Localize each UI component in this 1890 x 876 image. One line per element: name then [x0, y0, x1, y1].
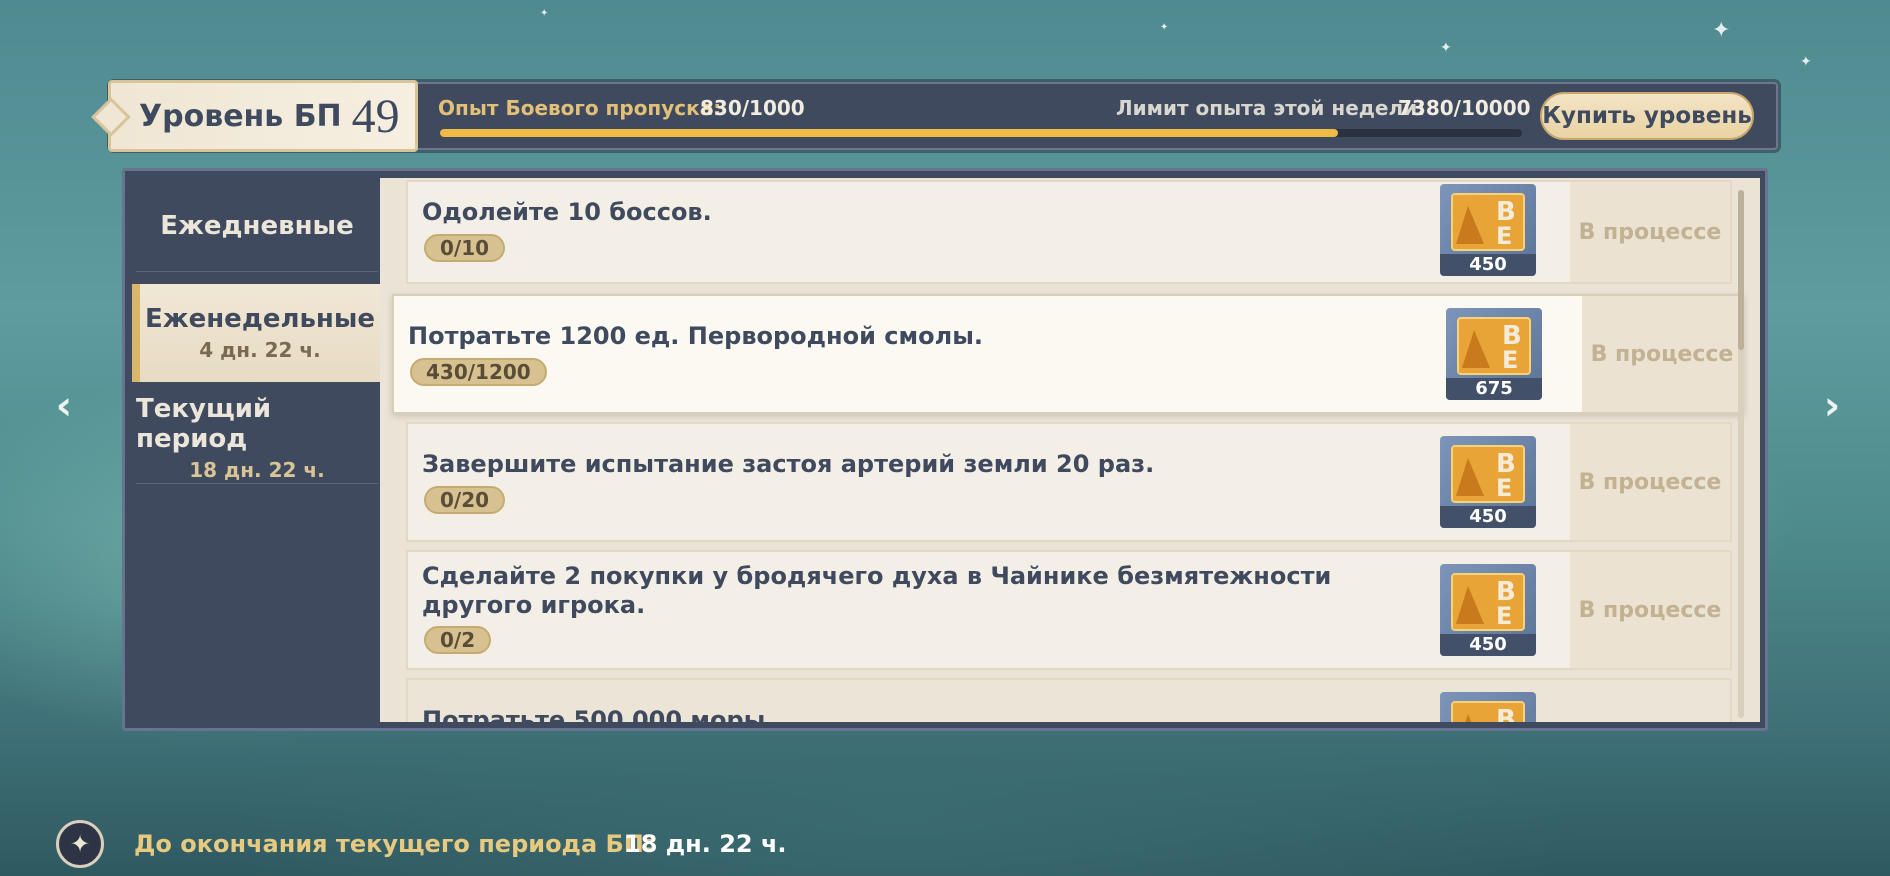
tab-current-period-label: Текущий период [136, 393, 272, 454]
mission-title: Потратьте 1200 ед. Первородной смолы. [408, 322, 984, 350]
xp-label: Опыт Боевого пропуска: [438, 96, 722, 120]
bp-exp-icon: B E [1451, 573, 1525, 631]
svg-text:E: E [1496, 222, 1512, 250]
tab-weekly-timer: 4 дн. 22 ч. [199, 338, 321, 362]
star-decoration: ✦ [1800, 54, 1812, 70]
mission-row[interactable]: Потратьте 500 000 моры. B [406, 678, 1732, 722]
reward-item[interactable]: B E 450 [1440, 564, 1536, 656]
mission-row[interactable]: Завершите испытание застоя артерий земли… [406, 422, 1732, 542]
weekly-limit-value: 7380/10000 [1398, 96, 1531, 120]
tab-current-period-timer: 18 дн. 22 ч. [189, 457, 325, 482]
reward-item[interactable]: B [1440, 692, 1536, 722]
bp-level-label: Уровень БП [139, 98, 342, 134]
bp-level-badge: Уровень БП 49 [91, 80, 418, 152]
mission-progress: 0/20 [424, 486, 506, 514]
battle-pass-emblem-icon: ✦ [56, 820, 104, 868]
mission-status: В процессе [1570, 424, 1730, 540]
reward-item[interactable]: B E 450 [1440, 436, 1536, 528]
tab-current-period[interactable]: Текущий период 18 дн. 22 ч. [136, 392, 378, 484]
bp-exp-icon: B [1451, 701, 1525, 722]
mission-row[interactable]: Сделайте 2 покупки у бродячего духа в Ча… [406, 550, 1732, 670]
tab-weekly[interactable]: Еженедельные 4 дн. 22 ч. [132, 284, 380, 382]
reward-count: 450 [1440, 634, 1536, 656]
mission-progress: 0/2 [424, 626, 492, 654]
mission-title: Завершите испытание застоя артерий земли… [422, 450, 1155, 478]
bp-exp-icon: B E [1451, 445, 1525, 503]
weekly-limit-label: Лимит опыта этой недели: [1116, 96, 1426, 120]
badge-ornament-icon [91, 97, 131, 137]
reward-item[interactable]: B E 675 [1446, 308, 1542, 400]
bp-exp-icon: B E [1451, 193, 1525, 251]
mission-row[interactable]: Одолейте 10 боссов. 0/10 B E 450 В проце… [406, 180, 1732, 284]
mission-status: В процессе [1570, 182, 1730, 282]
mission-status: В процессе [1570, 552, 1730, 668]
star-decoration: ✦ [1160, 22, 1169, 33]
star-decoration: ✦ [1712, 18, 1731, 43]
bp-level-number: 49 [351, 89, 400, 143]
bp-exp-icon: B E [1457, 317, 1531, 375]
period-end-value: 18 дн. 22 ч. [624, 830, 787, 858]
mission-title: Потратьте 500 000 моры. [422, 706, 775, 722]
tab-daily[interactable]: Ежедневные [136, 180, 378, 272]
tab-daily-label: Ежедневные [160, 210, 354, 241]
mission-list-scrollbar[interactable] [1738, 190, 1744, 718]
mission-progress: 0/10 [424, 234, 506, 262]
mission-title: Сделайте 2 покупки у бродячего духа в Ча… [422, 562, 1332, 619]
xp-progress-bar [440, 129, 1522, 137]
period-end-label: До окончания текущего периода БП: [134, 830, 654, 858]
star-decoration: ✦ [540, 8, 549, 19]
mission-row[interactable]: Потратьте 1200 ед. Первородной смолы. 43… [392, 294, 1744, 414]
buy-level-button[interactable]: Купить уровень [1540, 92, 1754, 140]
svg-text:B: B [1496, 705, 1516, 722]
mission-progress: 430/1200 [410, 358, 547, 386]
xp-progress-fill [440, 129, 1339, 137]
scrollbar-thumb[interactable] [1738, 190, 1744, 350]
reward-count: 450 [1440, 254, 1536, 276]
svg-text:E: E [1496, 474, 1512, 502]
reward-item[interactable]: B E 450 [1440, 184, 1536, 276]
star-decoration: ✦ [1440, 40, 1452, 56]
svg-text:E: E [1496, 602, 1512, 630]
xp-value: 830/1000 [700, 96, 805, 120]
mission-status: В процессе [1582, 296, 1742, 412]
tab-weekly-label: Еженедельные [144, 304, 376, 334]
reward-count: 675 [1446, 378, 1542, 400]
mission-title: Одолейте 10 боссов. [422, 198, 712, 226]
mission-list[interactable]: Одолейте 10 боссов. 0/10 B E 450 В проце… [380, 178, 1760, 722]
svg-text:E: E [1502, 346, 1518, 374]
chevron-left-icon[interactable]: ‹ [44, 383, 84, 429]
chevron-right-icon[interactable]: › [1812, 383, 1852, 429]
reward-count: 450 [1440, 506, 1536, 528]
